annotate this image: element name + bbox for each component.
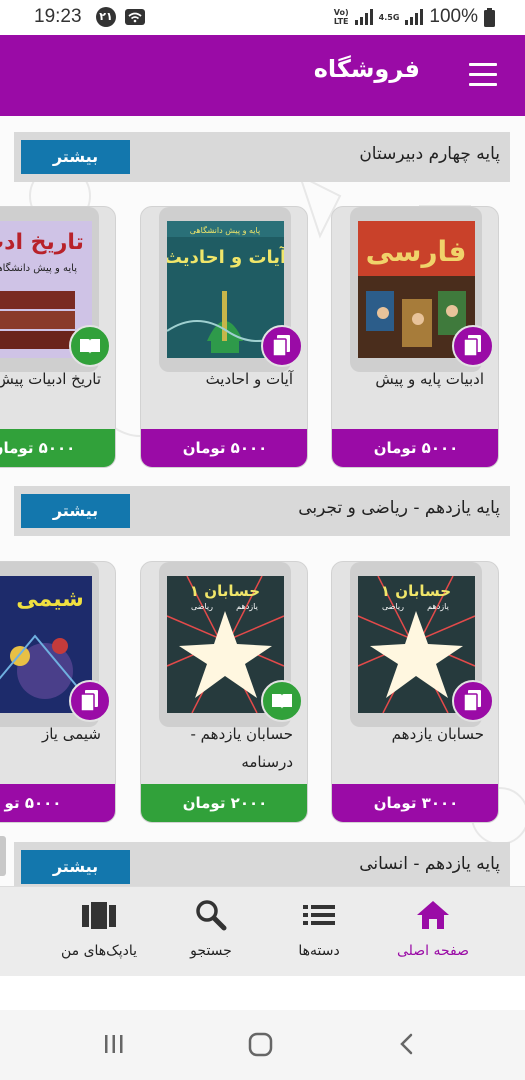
price-button[interactable]: ۳۰۰۰ تومان [332,784,498,822]
page-title: فروشگاه [313,55,420,83]
nav-categories[interactable]: دسته‌ها [264,887,374,977]
svg-text:تاریخ ادب: تاریخ ادب [0,230,84,255]
svg-text:پایه و پیش دانشگاهی: پایه و پیش دانشگاهی [0,262,77,274]
copy-icon [261,325,303,367]
nav-label: صفحه اصلی [396,943,470,959]
copy-icon [69,680,111,722]
svg-text:یازدهم: یازدهم [427,602,449,611]
section-header-grade11-math: پایه یازدهم - ریاضی و تجربی بیشتر [14,486,510,536]
battery-percent: 100% [429,6,478,27]
system-navigation-bar [0,1010,525,1080]
status-right: Vo) LTE 4.5G 100% [334,6,495,28]
notification-badge: ۲۱ [96,7,116,27]
book-title: آیات و احادیث [205,370,293,388]
nav-label: یادپک‌های من [60,943,138,959]
section-header-grade12: پایه چهارم دبیرستان بیشتر [14,132,510,182]
nav-home[interactable]: صفحه اصلی [378,887,488,977]
copy-icon [452,680,494,722]
book-card-tarikh[interactable]: تاریخ ادب پایه و پیش دانشگاهی تاریخ ادبی… [0,206,116,468]
more-button[interactable]: بیشتر [21,850,130,884]
home-button-icon[interactable] [248,1032,274,1058]
svg-text:ریاضی: ریاضی [382,602,404,611]
status-time: 19:23 [34,6,82,27]
search-icon [196,900,227,931]
book-card-shimi[interactable]: شیمی شیمی یاز ۵۰۰۰ تو [0,561,116,823]
bottom-navigation: صفحه اصلی دسته‌ها جستجو یادپک‌های من [0,886,525,976]
price-button[interactable]: ۵۰۰۰ تومان [0,429,115,467]
battery-icon [484,7,495,27]
section-title: پایه یازدهم - انسانی [359,854,500,874]
svg-text:حسابان ۱: حسابان ۱ [190,582,260,600]
svg-text:شیمی: شیمی [16,587,84,612]
book-card-adabiat[interactable]: فارسی ادبیات پایه و پیش ۵۰۰۰ تومان [331,206,499,468]
book-title: ادبیات پایه و پیش [375,370,484,388]
copy-icon [452,325,494,367]
price-button[interactable]: ۵۰۰۰ تومان [332,429,498,467]
app-bar: فروشگاه [0,35,525,116]
book-card-ayat[interactable]: پایه و پیش دانشگاهی آیات و احادیث آیات و… [140,206,308,468]
menu-button[interactable] [469,63,497,87]
section-header-grade11-humanities: پایه یازدهم - انسانی بیشتر [14,842,510,886]
wifi-icon [125,9,145,25]
edge-handle[interactable] [0,836,6,876]
svg-text:فارسی: فارسی [366,235,467,268]
svg-text:حسابان ۱: حسابان ۱ [381,582,451,600]
book-title: شیمی یاز [41,725,101,743]
price-button[interactable]: ۵۰۰۰ تومان [141,429,307,467]
section-title: پایه چهارم دبیرستان [359,144,500,164]
library-icon [82,902,116,929]
price-button[interactable]: ۵۰۰۰ تو [0,784,115,822]
network-type: 4.5G [378,12,400,22]
home-icon [417,901,449,929]
svg-text:آیات و احادیث: آیات و احادیث [167,245,284,268]
back-icon[interactable] [396,1032,418,1056]
more-button[interactable]: بیشتر [21,494,130,528]
section-title: پایه یازدهم - ریاضی و تجربی [298,498,500,518]
status-bar: 19:23 ۲۱ Vo) LTE 4.5G 100% [0,0,525,35]
volte-indicator: Vo) LTE [333,8,349,26]
signal-icon [354,9,373,25]
nav-search[interactable]: جستجو [156,887,266,977]
empty-strip [0,976,525,1010]
price-button[interactable]: ۲۰۰۰ تومان [141,784,307,822]
book-title: حسابان یازدهم - درسنامه [190,725,294,771]
svg-text:پایه و پیش دانشگاهی: پایه و پیش دانشگاهی [190,225,260,235]
more-button[interactable]: بیشتر [21,140,130,174]
book-card-hesaban-darsname[interactable]: حسابان ۱ یازدهم ریاضی حسابان یازدهم - در… [140,561,308,823]
list-icon [303,905,335,925]
signal-icon-2 [405,9,424,25]
svg-text:یازدهم: یازدهم [236,602,258,611]
svg-text:ریاضی: ریاضی [191,602,213,611]
book-title: حسابان یازدهم [391,725,484,743]
recent-apps-icon[interactable] [102,1032,126,1056]
nav-label: دسته‌ها [298,943,340,959]
store-content[interactable]: پایه چهارم دبیرستان بیشتر فارسی ادبیات پ… [0,116,525,886]
nav-label: جستجو [190,943,232,959]
book-card-hesaban[interactable]: حسابان ۱ یازدهم ریاضی حسابان یازدهم ۳۰۰۰… [331,561,499,823]
book-title: تاریخ ادبیات پیش [0,370,101,388]
nav-my-packs[interactable]: یادپک‌های من [44,887,154,977]
book-icon [261,680,303,722]
book-icon [69,325,111,367]
